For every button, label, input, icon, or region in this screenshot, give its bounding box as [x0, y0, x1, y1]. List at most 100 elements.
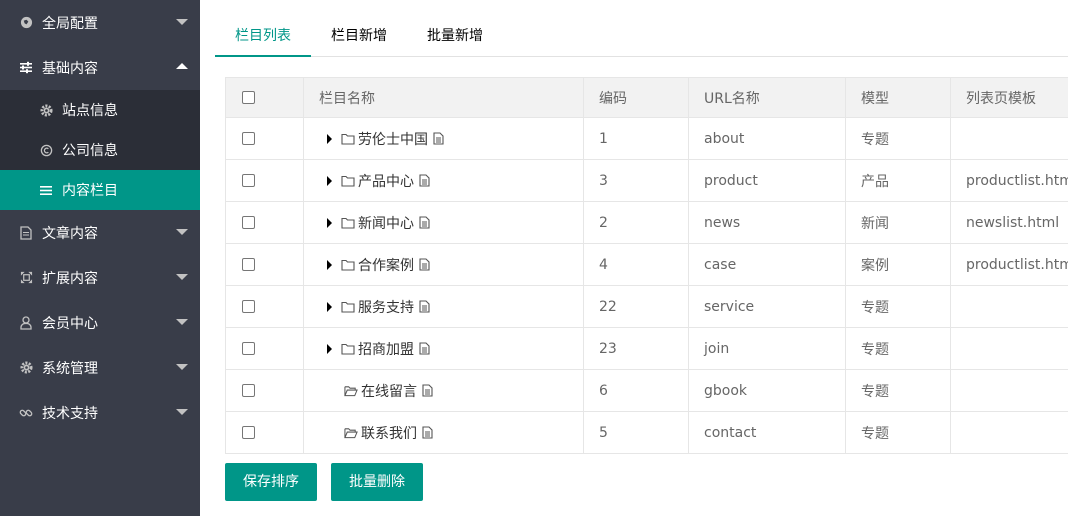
user-icon	[18, 315, 34, 331]
sidebar-item-label: 内容栏目	[62, 183, 118, 199]
sidebar-item-members[interactable]: 会员中心	[0, 300, 200, 345]
sidebar-item-company-info[interactable]: 公司信息	[0, 130, 200, 170]
submenu-basic-content: 站点信息 公司信息 内容栏目	[0, 90, 200, 210]
template-cell	[950, 117, 1068, 160]
column-table: 栏目名称 编码 URL名称 模型 列表页模板 劳伦士中国 1 about 专题 产品中心…	[225, 77, 1068, 454]
column-name-cell: 招商加盟	[303, 327, 584, 370]
tab-column-list[interactable]: 栏目列表	[215, 16, 311, 57]
template-cell	[950, 327, 1068, 370]
column-name-text[interactable]: 联系我们	[361, 423, 417, 443]
url-cell: service	[688, 285, 846, 328]
list-icon	[38, 182, 54, 198]
row-select-cell	[225, 201, 304, 244]
sidebar-item-global-config[interactable]: 全局配置	[0, 0, 200, 45]
folder-icon	[341, 300, 355, 314]
table-row[interactable]: 劳伦士中国 1 about 专题	[225, 117, 1068, 160]
globe-icon	[18, 15, 34, 31]
table-row[interactable]: 服务支持 22 service 专题	[225, 285, 1068, 328]
file-icon	[417, 342, 431, 356]
url-cell: gbook	[688, 369, 846, 412]
template-cell	[950, 369, 1068, 412]
link-icon	[18, 405, 34, 421]
model-cell: 专题	[845, 117, 951, 160]
row-checkbox[interactable]	[242, 342, 255, 355]
table-row[interactable]: 在线留言 6 gbook 专题	[225, 369, 1068, 412]
code-cell: 1	[583, 117, 689, 160]
table-row[interactable]: 新闻中心 2 news 新闻 newslist.html	[225, 201, 1068, 244]
code-cell: 6	[583, 369, 689, 412]
column-name-text[interactable]: 合作案例	[358, 255, 414, 275]
row-select-cell	[225, 369, 304, 412]
row-checkbox[interactable]	[242, 174, 255, 187]
folder-icon	[341, 258, 355, 272]
table-row[interactable]: 产品中心 3 product 产品 productlist.html	[225, 159, 1068, 202]
chevron-down-icon	[176, 409, 188, 415]
chevron-down-icon	[176, 229, 188, 235]
template-cell	[950, 411, 1068, 454]
file-icon	[417, 216, 431, 230]
tab-column-add[interactable]: 栏目新增	[311, 16, 407, 56]
file-icon	[431, 132, 445, 146]
expand-triangle-icon[interactable]	[327, 259, 332, 270]
row-checkbox[interactable]	[242, 300, 255, 313]
select-all-checkbox[interactable]	[242, 91, 255, 104]
expand-triangle-icon[interactable]	[327, 301, 332, 312]
gear-icon	[38, 102, 54, 118]
sidebar-item-label: 站点信息	[62, 103, 118, 119]
batch-delete-button[interactable]: 批量删除	[331, 463, 423, 501]
expand-triangle-icon[interactable]	[327, 217, 332, 228]
url-cell: about	[688, 117, 846, 160]
chevron-up-icon	[176, 63, 188, 69]
table-row[interactable]: 联系我们 5 contact 专题	[225, 411, 1068, 454]
column-name-text[interactable]: 在线留言	[361, 381, 417, 401]
column-name-text[interactable]: 产品中心	[358, 171, 414, 191]
model-cell: 案例	[845, 243, 951, 286]
column-name-cell: 服务支持	[303, 285, 584, 328]
sidebar-item-label: 扩展内容	[42, 270, 98, 287]
folder-icon	[341, 216, 355, 230]
code-cell: 3	[583, 159, 689, 202]
column-name-text[interactable]: 服务支持	[358, 297, 414, 317]
column-name-cell: 在线留言	[303, 369, 584, 412]
template-cell: productlist.html	[950, 159, 1068, 202]
url-cell: product	[688, 159, 846, 202]
sidebar-item-support[interactable]: 技术支持	[0, 390, 200, 435]
table-row[interactable]: 招商加盟 23 join 专题	[225, 327, 1068, 370]
file-icon	[420, 384, 434, 398]
code-cell: 23	[583, 327, 689, 370]
row-checkbox[interactable]	[242, 258, 255, 271]
row-checkbox[interactable]	[242, 216, 255, 229]
row-checkbox[interactable]	[242, 132, 255, 145]
expand-icon	[18, 270, 34, 286]
expand-triangle-icon[interactable]	[327, 175, 332, 186]
row-select-cell	[225, 159, 304, 202]
sidebar-item-extensions[interactable]: 扩展内容	[0, 255, 200, 300]
column-name-cell: 产品中心	[303, 159, 584, 202]
folder-open-icon	[344, 426, 358, 440]
model-cell: 专题	[845, 285, 951, 328]
sidebar-item-site-info[interactable]: 站点信息	[0, 90, 200, 130]
tab-batch-add[interactable]: 批量新增	[407, 16, 503, 56]
sidebar-item-label: 基础内容	[42, 60, 98, 77]
column-name-text[interactable]: 劳伦士中国	[358, 129, 428, 149]
column-name-text[interactable]: 新闻中心	[358, 213, 414, 233]
sidebar-item-content-columns[interactable]: 内容栏目	[0, 170, 200, 210]
expand-triangle-icon[interactable]	[327, 133, 332, 144]
column-name-text[interactable]: 招商加盟	[358, 339, 414, 359]
save-sort-button[interactable]: 保存排序	[225, 463, 317, 501]
row-checkbox[interactable]	[242, 426, 255, 439]
row-select-cell	[225, 285, 304, 328]
expand-triangle-icon[interactable]	[327, 343, 332, 354]
row-checkbox[interactable]	[242, 384, 255, 397]
sidebar-item-label: 全局配置	[42, 15, 98, 32]
url-cell: contact	[688, 411, 846, 454]
column-header-model: 模型	[845, 77, 951, 118]
code-cell: 5	[583, 411, 689, 454]
sidebar-item-basic-content[interactable]: 基础内容	[0, 45, 200, 90]
sidebar-item-system[interactable]: 系统管理	[0, 345, 200, 390]
row-select-cell	[225, 411, 304, 454]
table-row[interactable]: 合作案例 4 case 案例 productlist.html	[225, 243, 1068, 286]
sidebar-item-label: 会员中心	[42, 315, 98, 332]
sidebar-item-articles[interactable]: 文章内容	[0, 210, 200, 255]
chevron-down-icon	[176, 274, 188, 280]
